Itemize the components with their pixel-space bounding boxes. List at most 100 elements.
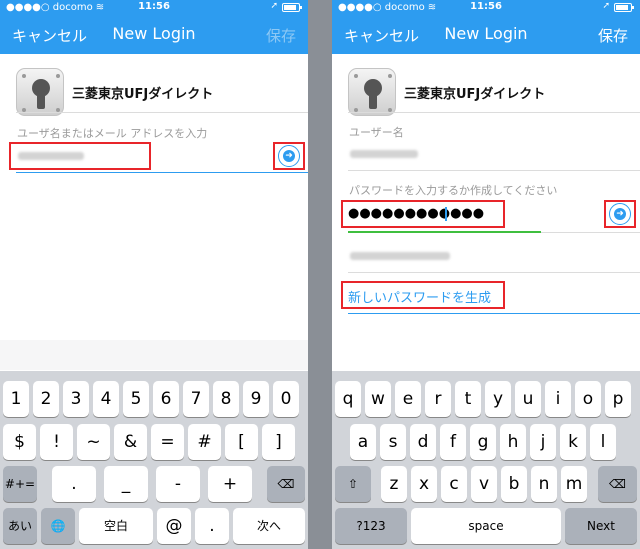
location-icon: ➚ xyxy=(270,1,278,11)
key[interactable]: o xyxy=(575,381,601,417)
key[interactable]: k xyxy=(560,424,586,460)
nav-bar: キャンセル New Login 保存 xyxy=(332,16,640,54)
clock: 11:56 xyxy=(138,1,170,12)
username-label: ユーザー名 xyxy=(349,126,404,139)
key[interactable]: [ xyxy=(225,424,258,460)
save-button[interactable]: 保存 xyxy=(598,25,628,46)
shift-key[interactable]: ⇧ xyxy=(335,466,371,502)
key[interactable]: 2 xyxy=(33,381,59,417)
key[interactable]: # xyxy=(188,424,221,460)
arrow-right-icon: ➜ xyxy=(614,208,626,220)
globe-key[interactable]: 🌐 xyxy=(41,508,75,544)
numbers-toggle-key[interactable]: ?123 xyxy=(335,508,407,544)
key[interactable]: ] xyxy=(262,424,295,460)
key[interactable]: c xyxy=(441,466,467,502)
key[interactable]: b xyxy=(501,466,527,502)
key[interactable]: 8 xyxy=(213,381,239,417)
key[interactable]: j xyxy=(530,424,556,460)
divider xyxy=(348,112,640,113)
key[interactable]: i xyxy=(545,381,571,417)
key[interactable]: . xyxy=(52,466,96,502)
key[interactable]: - xyxy=(156,466,200,502)
nav-title: New Login xyxy=(112,24,196,43)
shift-icon: ⇧ xyxy=(347,477,359,491)
password-input[interactable]: ●●●●●●●●●●●● xyxy=(348,206,484,221)
username-label: ユーザ名またはメール アドレスを入力 xyxy=(17,127,208,140)
delete-key[interactable]: ⌫ xyxy=(267,466,305,502)
key[interactable]: f xyxy=(440,424,466,460)
username-field-underline xyxy=(16,172,308,173)
next-key[interactable]: Next xyxy=(565,508,637,544)
right-screen: ●●●●○ docomo ≋ 11:56 ➚ キャンセル New Login 保存… xyxy=(332,0,640,549)
next-field-button[interactable]: ➜ xyxy=(609,203,631,225)
symbols-toggle-key[interactable]: #+= xyxy=(3,466,37,502)
dot-key[interactable]: . xyxy=(195,508,229,544)
key[interactable]: d xyxy=(410,424,436,460)
text-cursor xyxy=(445,207,447,221)
key[interactable]: 3 xyxy=(63,381,89,417)
key[interactable]: s xyxy=(380,424,406,460)
key[interactable]: 6 xyxy=(153,381,179,417)
location-icon: ➚ xyxy=(602,1,610,11)
key[interactable]: g xyxy=(470,424,496,460)
divider xyxy=(348,272,640,273)
generate-password-link[interactable]: 新しいパスワードを生成 xyxy=(348,287,491,306)
key[interactable]: & xyxy=(114,424,147,460)
keyboard: 1 2 3 4 5 6 7 8 9 0 $ ! ~ & = # [ ] #+= … xyxy=(0,371,308,549)
key[interactable]: t xyxy=(455,381,481,417)
key[interactable]: h xyxy=(500,424,526,460)
generated-password-preview xyxy=(350,252,450,260)
key[interactable]: _ xyxy=(104,466,148,502)
kana-key[interactable]: あいう xyxy=(3,508,37,544)
save-button[interactable]: 保存 xyxy=(266,25,296,46)
key[interactable]: y xyxy=(485,381,511,417)
key[interactable]: v xyxy=(471,466,497,502)
key[interactable]: 1 xyxy=(3,381,29,417)
key[interactable]: a xyxy=(350,424,376,460)
key[interactable]: m xyxy=(561,466,587,502)
key[interactable]: 7 xyxy=(183,381,209,417)
next-key[interactable]: 次へ xyxy=(233,508,305,544)
divider xyxy=(348,170,640,171)
key[interactable]: = xyxy=(151,424,184,460)
key[interactable]: u xyxy=(515,381,541,417)
left-screen: ●●●●○ docomo ≋ 11:56 ➚ キャンセル New Login 保存… xyxy=(0,0,308,549)
key[interactable]: ! xyxy=(40,424,73,460)
globe-icon: 🌐 xyxy=(50,519,66,533)
key[interactable]: z xyxy=(381,466,407,502)
next-field-button[interactable]: ➜ xyxy=(278,145,300,167)
key[interactable]: + xyxy=(208,466,252,502)
key[interactable]: 5 xyxy=(123,381,149,417)
key[interactable]: ~ xyxy=(77,424,110,460)
key[interactable]: $ xyxy=(3,424,36,460)
at-key[interactable]: @ xyxy=(157,508,191,544)
space-key[interactable]: 空白 xyxy=(79,508,153,544)
key[interactable]: q xyxy=(335,381,361,417)
app-name: 三菱東京UFJダイレクト xyxy=(72,87,214,102)
divider xyxy=(16,112,308,113)
username-input-value[interactable] xyxy=(350,150,418,158)
key[interactable]: 0 xyxy=(273,381,299,417)
key[interactable]: 9 xyxy=(243,381,269,417)
delete-key[interactable]: ⌫ xyxy=(598,466,637,502)
clock: 11:56 xyxy=(470,1,502,12)
backspace-icon: ⌫ xyxy=(609,477,626,491)
password-label: パスワードを入力するか作成してください xyxy=(349,184,558,197)
keyhole-app-icon xyxy=(16,68,64,116)
key[interactable]: e xyxy=(395,381,421,417)
key[interactable]: x xyxy=(411,466,437,502)
status-bar: ●●●●○ docomo ≋ 11:56 ➚ xyxy=(332,0,640,16)
keyhole-app-icon xyxy=(348,68,396,116)
key[interactable]: r xyxy=(425,381,451,417)
nav-title: New Login xyxy=(444,24,528,43)
password-strength-bar xyxy=(348,231,541,233)
key[interactable]: w xyxy=(365,381,391,417)
space-key[interactable]: space xyxy=(411,508,561,544)
status-bar: ●●●●○ docomo ≋ 11:56 ➚ xyxy=(0,0,308,16)
key[interactable]: n xyxy=(531,466,557,502)
battery-icon xyxy=(282,3,302,12)
key[interactable]: 4 xyxy=(93,381,119,417)
key[interactable]: l xyxy=(590,424,616,460)
divider xyxy=(541,232,640,233)
key[interactable]: p xyxy=(605,381,631,417)
